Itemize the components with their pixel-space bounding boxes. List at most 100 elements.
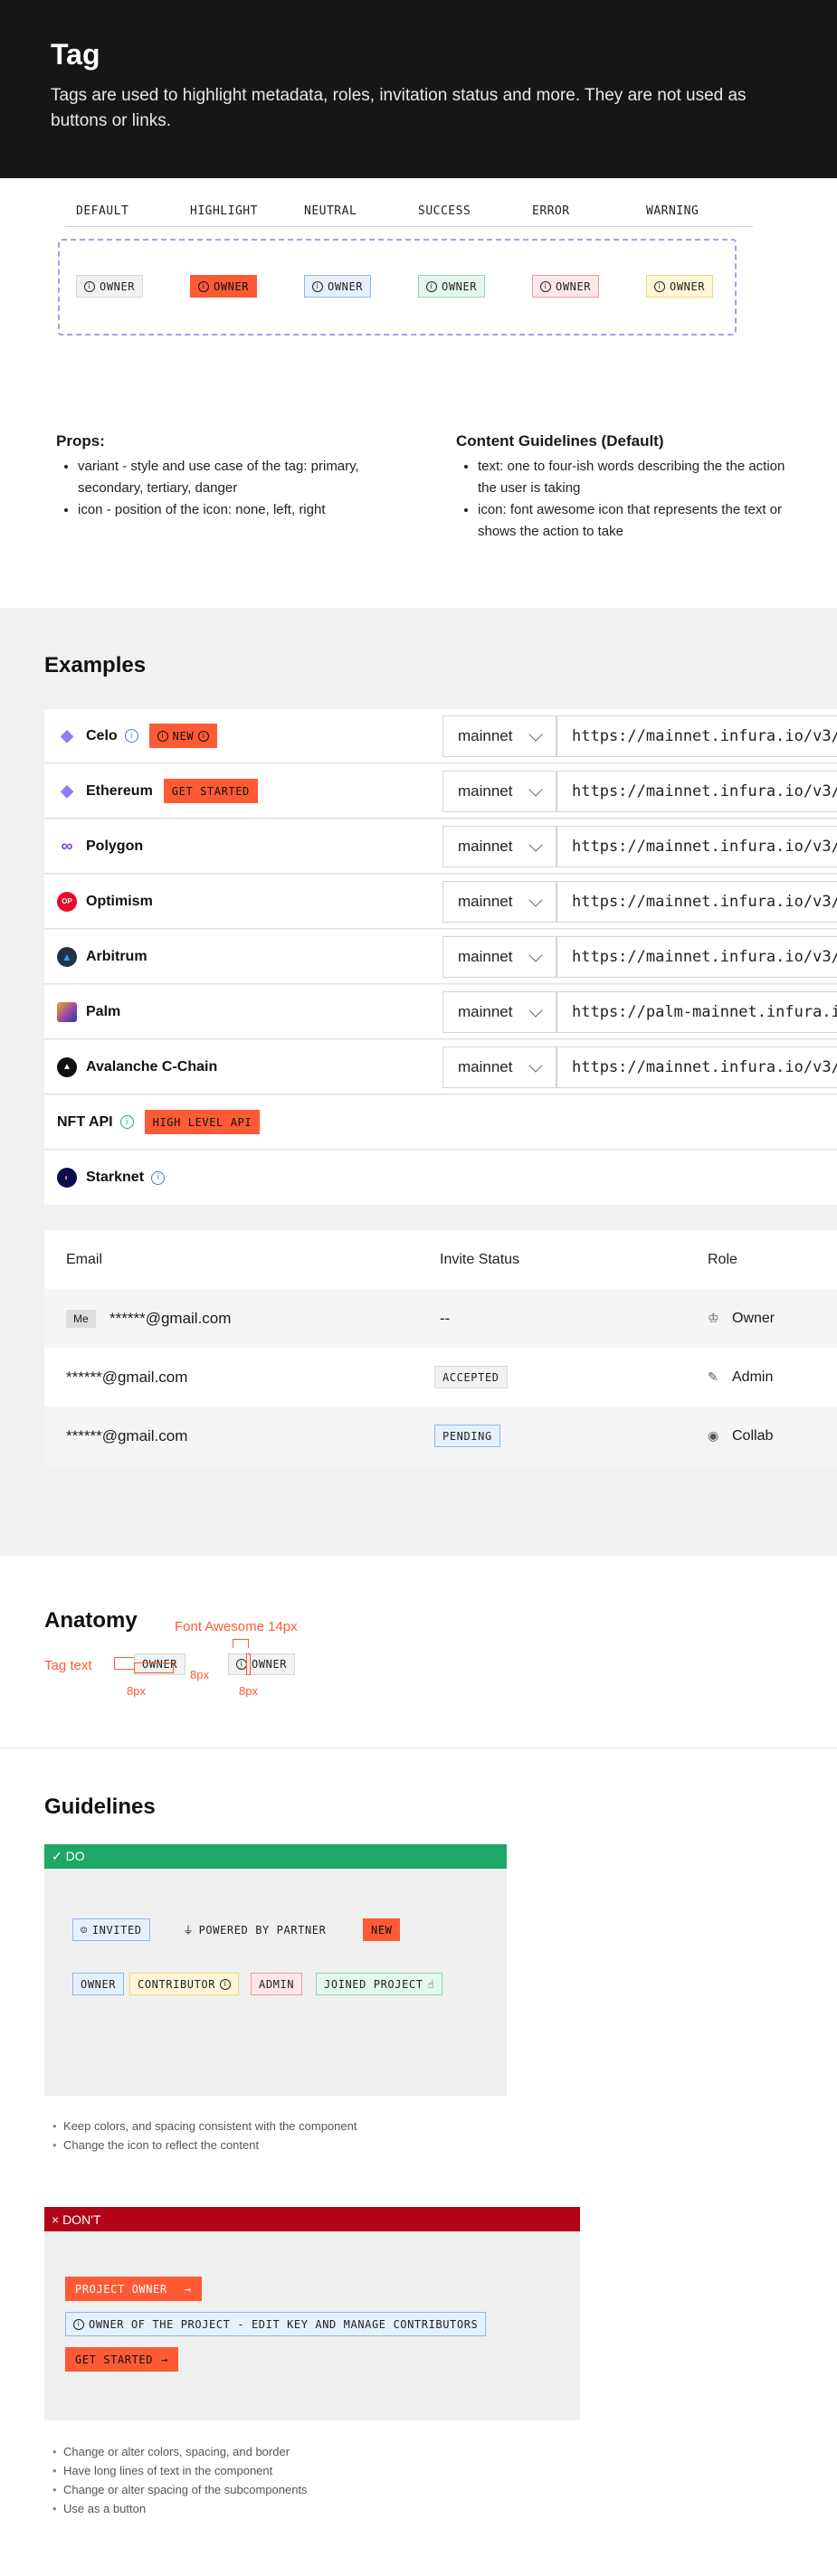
column-divider <box>65 226 753 227</box>
info-icon: i <box>198 280 209 292</box>
content-guidelines-item: icon: font awesome icon that represents … <box>478 499 800 543</box>
endpoint-url-field[interactable]: https://mainnet.infura.io/v3/ed5659 <box>556 771 837 812</box>
icon-size-bracket <box>233 1639 249 1648</box>
table-row[interactable]: ******@gmail.com PENDING ◉ Collab <box>44 1406 837 1465</box>
get-started-tag: GET STARTED <box>163 779 258 803</box>
dont-panel: × DON'T PROJECT OWNER → i OWNER OF THE PRO… <box>44 2207 580 2420</box>
info-icon: i <box>426 280 437 292</box>
network-name: Polygon <box>86 838 144 854</box>
tag-text-bracket <box>114 1657 134 1670</box>
joined-project-tag: JOINED PROJECT ☝ <box>316 1973 443 1995</box>
props-item: icon - position of the icon: none, left,… <box>78 499 409 521</box>
tag-label: OWNER <box>214 279 250 293</box>
header-role: Role <box>708 1251 737 1267</box>
network-name: Palm <box>86 1003 121 1019</box>
table-row[interactable]: Me ******@gmail.com -- ♔ Owner <box>44 1289 837 1348</box>
network-row-avalanche[interactable]: ▲ Avalanche C-Chain mainnet https://main… <box>44 1040 837 1094</box>
do-bullets: Keep colors, and spacing consistent with… <box>52 2117 357 2155</box>
chevron-down-icon <box>528 782 543 797</box>
content-guidelines-item: text: one to four-ish words describing t… <box>478 456 800 499</box>
network-select[interactable]: mainnet <box>442 1046 556 1088</box>
network-select[interactable]: mainnet <box>442 881 556 923</box>
network-row-celo[interactable]: ◆ Celo i i NEW i mainnet https://mainnet.i… <box>44 709 837 763</box>
select-value: mainnet <box>458 727 513 744</box>
endpoint-url-field[interactable]: https://mainnet.infura.io/v3/ed5659 <box>556 1046 837 1088</box>
tag-label: POWERED BY PARTNER <box>198 1923 327 1937</box>
tag-label: OWNER <box>100 279 136 293</box>
network-select[interactable]: mainnet <box>442 771 556 812</box>
page-header: Tag Tags are used to highlight metadata,… <box>0 0 837 178</box>
ethereum-logo-icon: ◆ <box>61 781 73 800</box>
dont-bullet: Change or alter spacing of the subcompon… <box>52 2480 308 2499</box>
dont-bullets: Change or alter colors, spacing, and bor… <box>52 2442 308 2518</box>
network-row-starknet[interactable]: ◐ Starknet i <box>44 1151 837 1205</box>
crown-icon: ♔ <box>708 1311 719 1325</box>
network-name: Starknet <box>86 1170 145 1185</box>
props-item: variant - style and use case of the tag:… <box>78 456 409 499</box>
network-row-nft-api[interactable]: NFT API i HIGH LEVEL API <box>44 1095 837 1150</box>
user-plus-icon: ☺ <box>81 1923 88 1937</box>
endpoint-url-field[interactable]: https://mainnet.infura.io/v3/ed5659 <box>556 826 837 867</box>
network-select[interactable]: mainnet <box>442 826 556 867</box>
row-email: ******@gmail.com <box>66 1426 188 1444</box>
info-icon[interactable]: i <box>119 1115 134 1129</box>
network-name: Avalanche C-Chain <box>86 1058 218 1075</box>
tag-label: OWNER <box>442 279 478 293</box>
network-row-optimism[interactable]: OP Optimism mainnet https://mainnet.infu… <box>44 875 837 929</box>
tag-label: INVITED <box>91 1923 142 1937</box>
tag-label: OWNER OF THE PROJECT - EDIT KEY AND MANA… <box>89 2317 479 2331</box>
examples-title: Examples <box>44 653 147 677</box>
palm-logo-icon <box>57 1001 77 1022</box>
network-row-palm[interactable]: Palm mainnet https://palm-mainnet.infura… <box>44 985 837 1039</box>
page-description: Tags are used to highlight metadata, rol… <box>51 86 747 130</box>
endpoint-url-field[interactable]: https://mainnet.infura.io/v3/ed5659 <box>556 936 837 978</box>
me-badge: Me <box>66 1309 96 1328</box>
new-tag: i NEW i <box>148 724 218 748</box>
polygon-logo-icon: ∞ <box>61 837 73 855</box>
row-role: Admin <box>732 1368 774 1385</box>
column-highlight: HIGHLIGHT <box>190 204 258 218</box>
tag-text-annotation: Tag text <box>44 1658 92 1673</box>
long-owner-tag: i OWNER OF THE PROJECT - EDIT KEY AND MAN… <box>65 2312 487 2336</box>
network-name: Arbitrum <box>86 948 147 964</box>
network-name: Celo <box>86 727 118 743</box>
column-default: DEFAULT <box>76 204 129 218</box>
network-select[interactable]: mainnet <box>442 991 556 1033</box>
tag-label: CONTRIBUTOR <box>138 1977 216 1991</box>
network-row-ethereum[interactable]: ◆ Ethereum GET STARTED mainnet https://m… <box>44 764 837 819</box>
info-icon[interactable]: i <box>151 1170 166 1185</box>
endpoint-url-field[interactable]: https://mainnet.infura.io/v3/ed5659 <box>556 881 837 923</box>
props-section: Props: variant - style and use case of t… <box>56 432 409 521</box>
chevron-down-icon <box>528 838 543 852</box>
info-icon[interactable]: i <box>124 729 138 743</box>
column-neutral: NEUTRAL <box>304 204 357 218</box>
arrow-right-icon: → <box>161 2353 168 2366</box>
guidelines-title: Guidelines <box>44 1795 156 1819</box>
high-level-api-tag: HIGH LEVEL API <box>144 1110 261 1134</box>
tag-label: OWNER <box>670 279 706 293</box>
select-value: mainnet <box>458 1003 513 1020</box>
endpoint-url-field[interactable]: https://mainnet.infura.io/v3/ed5659 <box>556 715 837 757</box>
page-title: Tag <box>51 38 100 71</box>
tag-label: OWNER <box>252 1658 288 1671</box>
tag-default: i OWNER <box>76 275 144 298</box>
tag-neutral: i OWNER <box>304 275 372 298</box>
props-title: Props: <box>56 432 105 450</box>
do-panel: ✓ DO ☺ INVITED ⏚ POWERED BY PARTNER NEW OW… <box>44 1844 507 2096</box>
tag-label: PROJECT OWNER <box>75 2282 167 2296</box>
content-guidelines-section: Content Guidelines (Default) text: one t… <box>456 432 800 543</box>
tag-error: i OWNER <box>532 275 600 298</box>
network-select[interactable]: mainnet <box>442 936 556 978</box>
get-started-tag: GET STARTED → <box>65 2347 178 2372</box>
dont-bullet: Have long lines of text in the component <box>52 2461 308 2480</box>
table-row[interactable]: ******@gmail.com ACCEPTED ✎ Admin <box>44 1348 837 1406</box>
arrow-right-icon: → <box>184 2282 192 2296</box>
network-select[interactable]: mainnet <box>442 715 556 757</box>
network-row-polygon[interactable]: ∞ Polygon mainnet https://mainnet.infura… <box>44 819 837 874</box>
endpoint-url-field[interactable]: https://palm-mainnet.infura.io v3/1 <box>556 991 837 1033</box>
eye-icon: ◉ <box>708 1428 719 1443</box>
avalanche-logo-icon: ▲ <box>57 1056 77 1077</box>
tag-highlight: i OWNER <box>190 275 258 298</box>
spacing-annotation: 8px <box>127 1684 146 1698</box>
network-row-arbitrum[interactable]: ▲ Arbitrum mainnet https://mainnet.infur… <box>44 930 837 984</box>
